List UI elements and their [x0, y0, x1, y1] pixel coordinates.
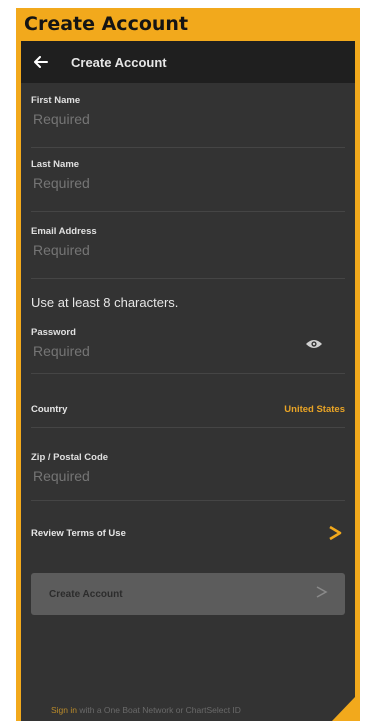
- sign-in-link[interactable]: Sign in: [51, 705, 77, 715]
- first-name-field[interactable]: First Name: [31, 95, 345, 148]
- country-row[interactable]: Country United States: [31, 391, 345, 428]
- chevron-right-icon: [315, 585, 329, 604]
- terms-label: Review Terms of Use: [31, 527, 126, 539]
- eye-icon[interactable]: [305, 337, 323, 349]
- email-input[interactable]: [31, 241, 295, 259]
- footer-caption: with a One Boat Network or ChartSelect I…: [77, 705, 241, 715]
- chevron-right-icon: [328, 525, 342, 541]
- phone-screen: Create Account First Name Last Name Emai…: [21, 41, 355, 721]
- zip-label: Zip / Postal Code: [31, 452, 109, 463]
- page-title: Create Account: [71, 54, 167, 70]
- last-name-field[interactable]: Last Name: [31, 159, 345, 212]
- last-name-label: Last Name: [31, 159, 80, 170]
- password-field[interactable]: Password: [31, 327, 345, 374]
- create-account-button[interactable]: Create Account: [31, 573, 345, 615]
- password-hint: Use at least 8 characters.: [31, 295, 179, 310]
- zip-input[interactable]: [31, 467, 295, 485]
- zip-field[interactable]: Zip / Postal Code: [31, 452, 345, 501]
- create-account-label: Create Account: [49, 588, 123, 600]
- section-tag: Create Account: [16, 8, 219, 41]
- first-name-label: First Name: [31, 95, 81, 106]
- country-label: Country: [31, 403, 68, 415]
- last-name-input[interactable]: [31, 174, 295, 192]
- email-field[interactable]: Email Address: [31, 226, 345, 279]
- country-value: United States: [284, 403, 345, 415]
- terms-row[interactable]: Review Terms of Use: [31, 513, 345, 553]
- top-bar: Create Account: [21, 41, 355, 83]
- email-label: Email Address: [31, 226, 97, 237]
- password-label: Password: [31, 327, 76, 338]
- first-name-input[interactable]: [31, 110, 295, 128]
- footer-text: Sign in with a One Boat Network or Chart…: [51, 705, 241, 715]
- back-arrow-icon[interactable]: [31, 52, 51, 72]
- password-input[interactable]: [31, 342, 295, 360]
